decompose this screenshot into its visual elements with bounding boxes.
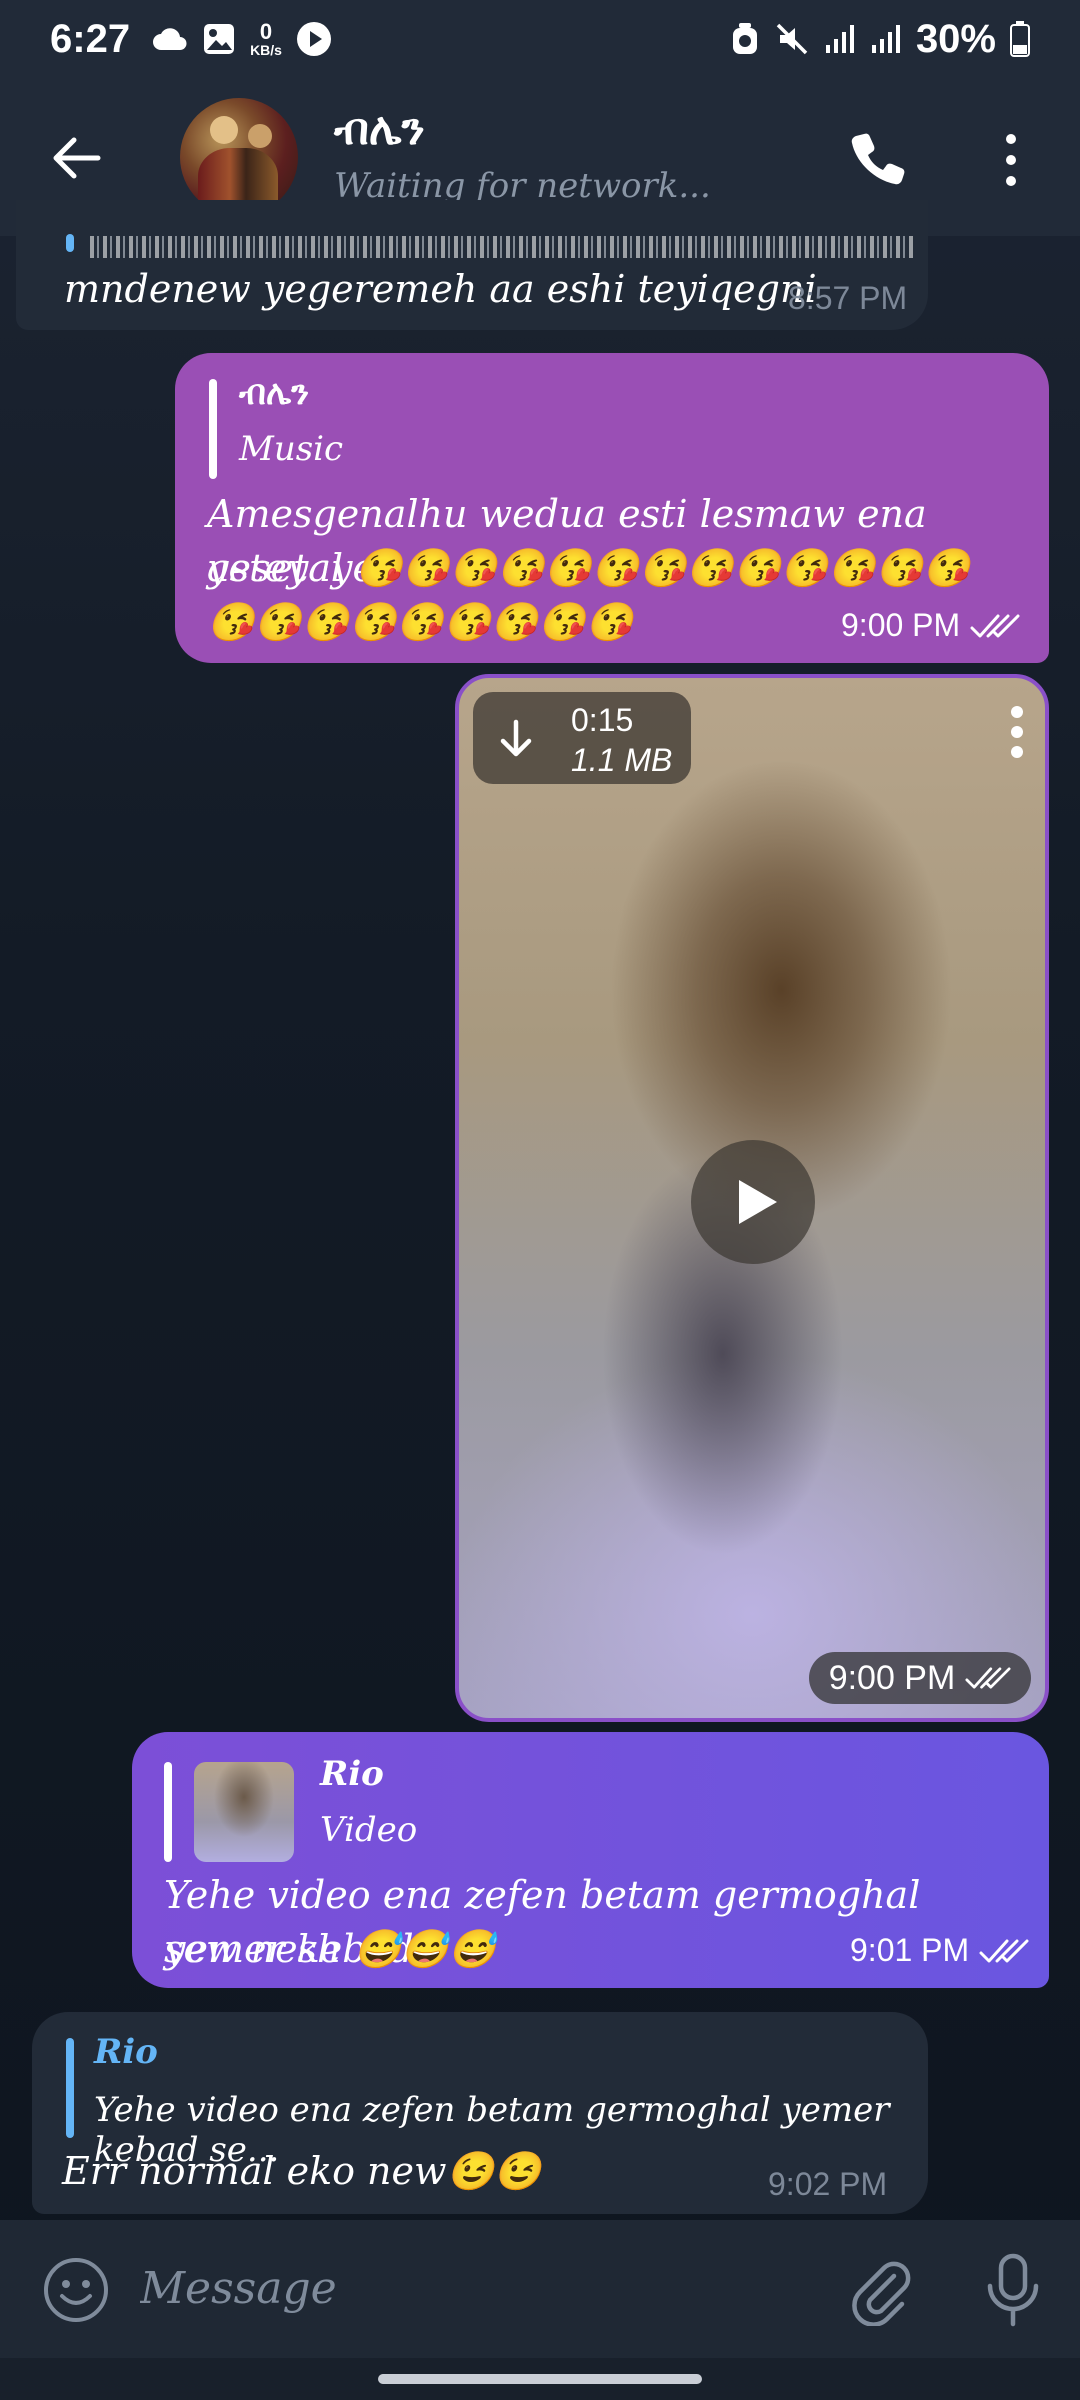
message-outgoing-1[interactable]: ብሌን Music Amesgenalhu wedua esti lesmaw … <box>175 353 1049 663</box>
reply-quote-bar <box>66 2038 74 2138</box>
reply-sender-name: Rio <box>320 1754 384 1794</box>
microphone-icon[interactable] <box>982 2252 1044 2328</box>
net-speed-value: 0 <box>259 19 273 44</box>
video-duration: 0:15 <box>571 702 634 738</box>
status-time: 6:27 <box>50 16 131 61</box>
reply-quote-bar <box>209 379 217 479</box>
double-check-icon <box>970 614 1020 637</box>
play-store-icon <box>296 22 331 56</box>
play-icon <box>739 1180 777 1224</box>
avatar[interactable] <box>180 98 298 216</box>
video-size: 1.1 MB <box>571 742 673 778</box>
system-nav-bar <box>0 2358 1080 2400</box>
video-message[interactable]: 0:15 1.1 MB 9:00 PM <box>455 674 1049 1722</box>
status-icons-left: 0 KB/s <box>152 21 332 57</box>
message-incoming-2[interactable]: Rio Yehe video ena zefen betam germoghal… <box>32 2012 928 2214</box>
image-icon <box>204 24 235 54</box>
home-indicator[interactable] <box>378 2374 702 2384</box>
reply-sender-name: Rio <box>94 2032 158 2072</box>
reply-quote-bar <box>66 234 74 252</box>
reply-scrambled-text <box>90 236 916 258</box>
reply-quote-bar <box>164 1762 172 1862</box>
video-more-icon[interactable] <box>1007 702 1027 762</box>
status-bar: 6:27 0 KB/s 30% <box>0 0 1080 78</box>
signal-icon-1 <box>825 25 854 53</box>
chat-title[interactable]: ብሌን <box>334 104 425 155</box>
message-time: 9:01 PM <box>850 1932 970 1968</box>
cloud-icon <box>153 28 187 50</box>
more-menu-icon[interactable] <box>996 130 1026 190</box>
signal-icon-2 <box>871 25 900 53</box>
alarm-icon <box>732 23 757 54</box>
message-text-line-3: 😘😘😘😘😘😘😘😘😘 <box>207 600 633 644</box>
emoji-icon[interactable] <box>42 2256 110 2324</box>
message-text: mndenew yegeremeh aa eshi teyiqegni <box>64 267 817 311</box>
message-text-line-2: yesetal 😘😘😘😘😘😘😘😘😘😘😘😘😘 <box>207 546 971 590</box>
message-text: Err normal eko new😉😉 <box>62 2149 542 2193</box>
phone-call-icon[interactable] <box>848 128 908 188</box>
message-time: 9:02 PM <box>768 2166 888 2202</box>
message-meta: 9:00 PM <box>841 607 1020 644</box>
message-time: 8:57 PM <box>788 280 908 316</box>
reply-sender-name: ብሌን <box>239 373 310 413</box>
message-meta: 9:01 PM <box>850 1932 1029 1969</box>
double-check-icon <box>965 1667 1011 1689</box>
video-download-badge[interactable]: 0:15 1.1 MB <box>473 692 691 784</box>
net-speed: 0 KB/s <box>250 19 282 58</box>
message-text-line-2: sew nesh 😅😅😅 <box>164 1927 496 1971</box>
net-speed-unit: KB/s <box>250 42 282 58</box>
video-meta: 9:00 PM <box>809 1652 1031 1704</box>
message-incoming-1[interactable]: mndenew yegeremeh aa eshi teyiqegni 8:57… <box>16 200 928 330</box>
reply-snippet: Music <box>239 429 344 469</box>
status-icons-right: 30% <box>730 17 1030 62</box>
double-check-icon <box>979 1939 1029 1962</box>
message-input-bar <box>0 2220 1080 2358</box>
battery-level: 30% <box>915 16 996 61</box>
play-button[interactable] <box>691 1140 815 1264</box>
download-icon[interactable] <box>495 718 537 760</box>
back-arrow-icon[interactable] <box>48 130 104 186</box>
attach-icon[interactable] <box>846 2254 912 2326</box>
message-time: 9:00 PM <box>841 607 961 643</box>
reply-snippet: Video <box>320 1810 418 1850</box>
message-time: 9:00 PM <box>828 1658 956 1697</box>
battery-icon <box>1010 21 1030 57</box>
reply-video-thumbnail <box>194 1762 294 1862</box>
mute-icon <box>776 23 808 55</box>
message-input[interactable] <box>140 2248 790 2328</box>
